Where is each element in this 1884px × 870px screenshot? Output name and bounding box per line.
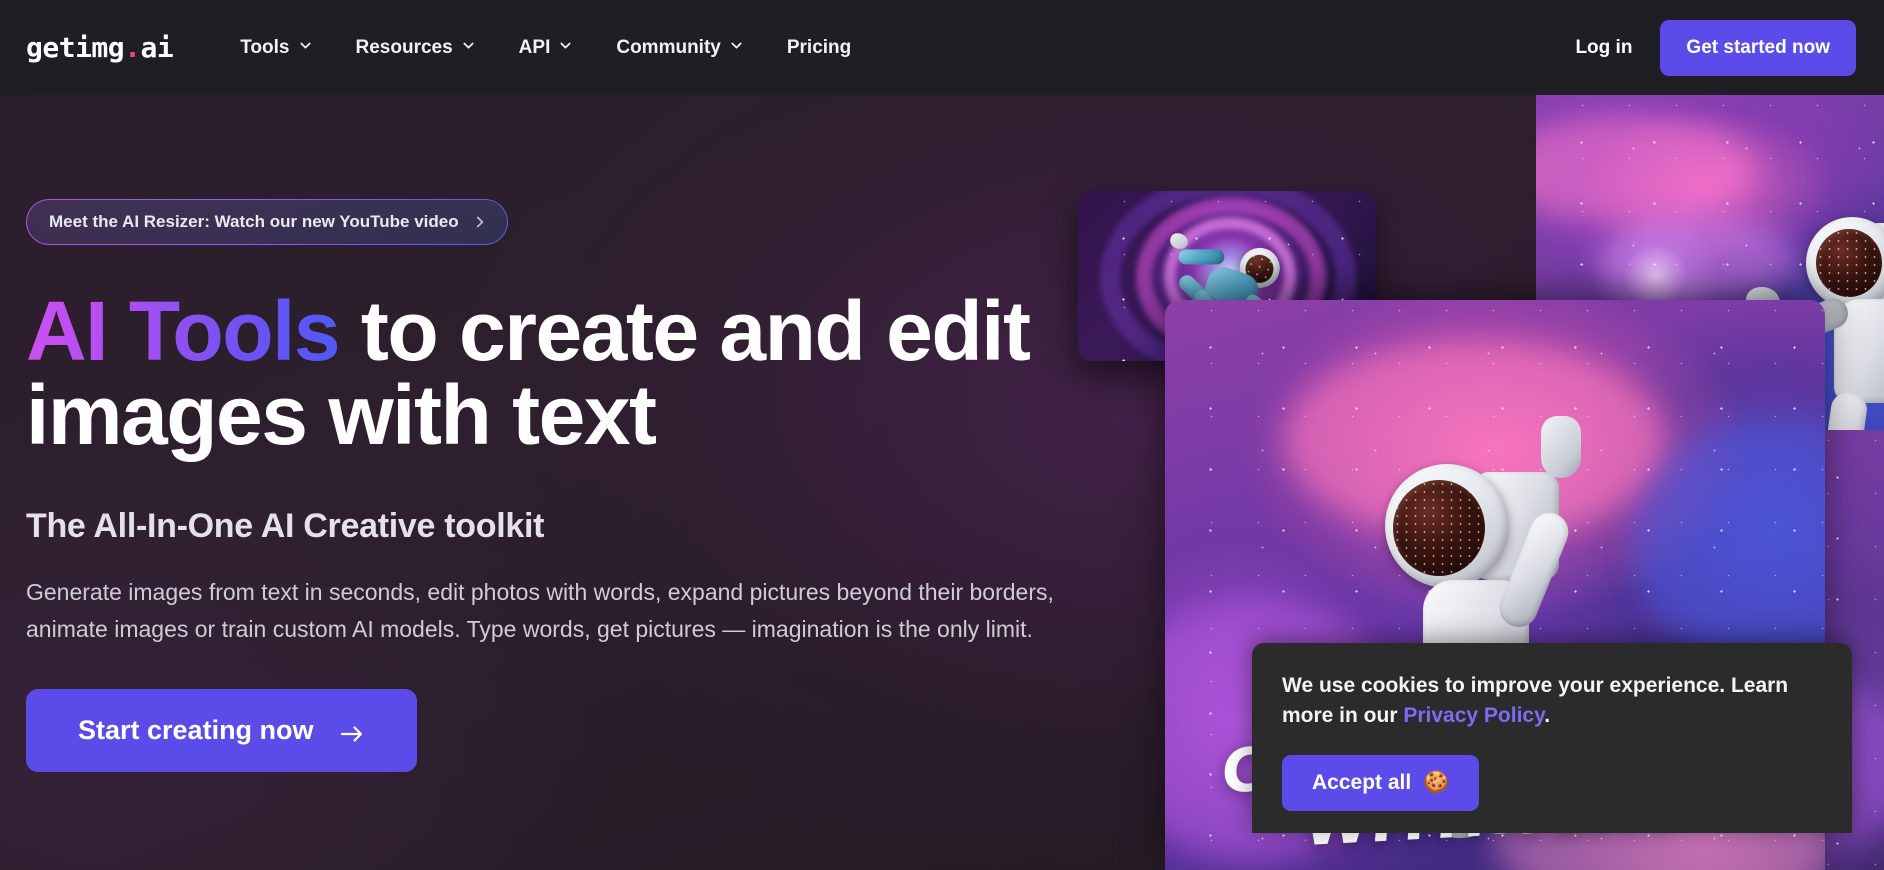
hero-content: Meet the AI Resizer: Watch our new YouTu…	[26, 95, 1086, 772]
site-logo[interactable]: getimg.ai	[26, 31, 174, 64]
announcement-banner[interactable]: Meet the AI Resizer: Watch our new YouTu…	[26, 199, 508, 245]
chevron-down-icon	[730, 39, 743, 52]
nav-item-pricing[interactable]: Pricing	[765, 27, 873, 69]
cookie-message: We use cookies to improve your experienc…	[1282, 671, 1822, 731]
cookie-message-after: .	[1544, 703, 1551, 727]
page-root: CREATE IMAGES WITH TEXT getimg.ai Tools …	[0, 0, 1884, 870]
nav-actions: Log in Get started now	[1575, 19, 1856, 76]
arrow-right-icon	[340, 720, 365, 742]
nav-item-tools-label: Tools	[240, 36, 290, 58]
nav-item-api[interactable]: API	[497, 27, 595, 69]
logo-dot: .	[124, 31, 141, 64]
top-navigation-bar: getimg.ai Tools Resources API Community …	[0, 0, 1884, 95]
nav-item-resources-label: Resources	[355, 36, 453, 58]
start-creating-button[interactable]: Start creating now	[26, 688, 417, 772]
chevron-down-icon	[559, 39, 572, 52]
accept-all-cookies-button[interactable]: Accept all 🍪	[1282, 754, 1480, 811]
announcement-text: Meet the AI Resizer: Watch our new YouTu…	[49, 212, 459, 231]
nav-item-community-label: Community	[616, 36, 721, 58]
chevron-down-icon	[462, 39, 475, 52]
nav-menu: Tools Resources API Community Pricing	[218, 27, 873, 69]
hero-description: Generate images from text in seconds, ed…	[26, 579, 1054, 643]
page-title-highlight: AI Tools	[26, 284, 341, 378]
start-creating-label: Start creating now	[78, 714, 314, 745]
nav-item-pricing-label: Pricing	[786, 36, 852, 58]
accept-all-label: Accept all	[1312, 770, 1412, 794]
hero-subheading: The All-In-One AI Creative toolkit	[26, 507, 545, 545]
nav-item-tools[interactable]: Tools	[218, 27, 333, 69]
logo-tld: ai	[140, 31, 174, 64]
chevron-down-icon	[299, 39, 312, 52]
cookie-icon: 🍪	[1423, 770, 1450, 794]
logo-name: getimg	[26, 31, 125, 64]
get-started-button[interactable]: Get started now	[1660, 19, 1856, 76]
page-title: AI Tools to create and edit images with …	[26, 289, 1066, 457]
nav-item-resources[interactable]: Resources	[334, 27, 497, 69]
privacy-policy-link[interactable]: Privacy Policy	[1403, 704, 1544, 727]
nav-item-community[interactable]: Community	[594, 27, 765, 69]
cookie-consent-banner: We use cookies to improve your experienc…	[1252, 643, 1852, 833]
nav-item-api-label: API	[518, 36, 551, 58]
chevron-right-icon	[473, 215, 487, 229]
login-link[interactable]: Log in	[1575, 37, 1632, 59]
